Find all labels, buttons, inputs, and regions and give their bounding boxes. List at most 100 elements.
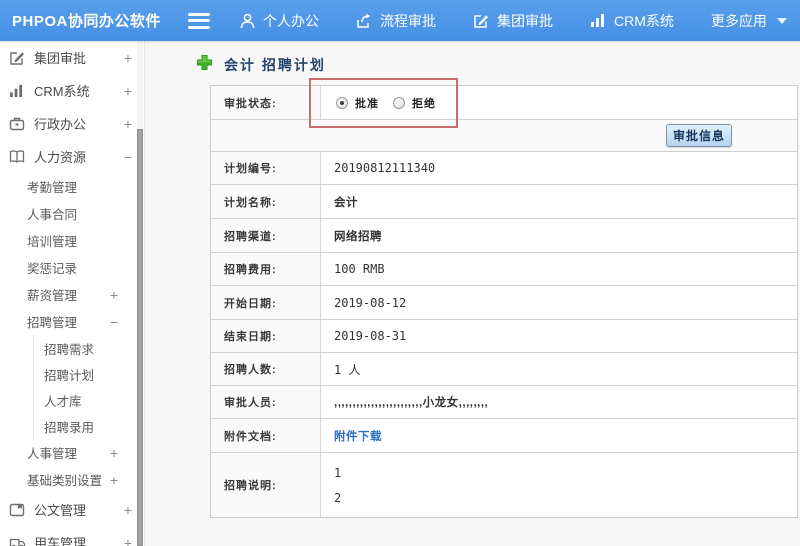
- nav-personal-office[interactable]: 个人办公: [240, 11, 319, 31]
- page-title-row: 会计 招聘计划: [196, 54, 326, 76]
- nav-more-apps[interactable]: 更多应用: [711, 11, 787, 31]
- nav-group-approval[interactable]: 集团审批: [473, 11, 553, 31]
- sidebar-item-label: 基础类别设置: [27, 474, 103, 488]
- sidebar-item-label: 人事合同: [27, 208, 78, 222]
- field-label: 计划名称:: [211, 185, 321, 218]
- sidebar-item-training[interactable]: 培训管理: [0, 227, 144, 254]
- note-line: 1: [334, 465, 342, 480]
- sidebar-item-base-category[interactable]: 基础类别设置 +: [0, 466, 144, 493]
- book-icon: [9, 149, 26, 164]
- expand-plus-icon[interactable]: +: [108, 445, 120, 461]
- truck-icon: [9, 536, 26, 546]
- sidebar-item-group-approval[interactable]: 集团审批 +: [0, 41, 144, 74]
- field-label: 结束日期:: [211, 320, 321, 352]
- sidebar-item-label: 人事管理: [27, 447, 78, 461]
- chevron-down-icon: [776, 17, 787, 24]
- sidebar-item-label: 行政办公: [34, 117, 87, 132]
- field-value: 100 RMB: [321, 253, 797, 285]
- table-row-start-date: 开始日期: 2019-08-12: [211, 286, 797, 320]
- field-value: 批准 拒绝: [321, 86, 797, 119]
- nav-workflow-approval[interactable]: 流程审批: [356, 11, 436, 31]
- nav-label: 集团审批: [497, 12, 553, 29]
- sidebar-item-label: CRM系统: [34, 84, 90, 99]
- radio-selected-icon[interactable]: [336, 96, 348, 109]
- table-row-recruit-notes: 招聘说明: 1 2: [211, 453, 797, 517]
- expand-plus-icon[interactable]: +: [122, 535, 134, 546]
- note-line: 2: [334, 490, 342, 505]
- expand-plus-icon[interactable]: +: [108, 287, 120, 303]
- sidebar-item-crm[interactable]: CRM系统 +: [0, 74, 144, 107]
- recruit-submenu: 招聘需求 招聘计划 人才库 招聘录用: [33, 335, 144, 439]
- collapse-minus-icon[interactable]: −: [122, 149, 134, 165]
- expand-plus-icon[interactable]: +: [108, 472, 120, 488]
- field-value: 附件下载: [321, 419, 797, 452]
- field-value: 会计: [321, 185, 797, 218]
- radio-label: 拒绝: [412, 97, 436, 110]
- field-value: 1 2: [321, 453, 797, 517]
- sidebar-item-label: 集团审批: [34, 51, 87, 66]
- edit-icon: [9, 50, 26, 66]
- nav-crm-system[interactable]: CRM系统: [590, 11, 674, 31]
- sidebar-item-rewards[interactable]: 奖惩记录: [0, 254, 144, 281]
- expand-plus-icon[interactable]: +: [122, 116, 134, 132]
- expand-plus-icon[interactable]: +: [122, 83, 134, 99]
- sidebar-item-label: 招聘计划: [44, 368, 95, 383]
- table-row-approvers: 审批人员: ,,,,,,,,,,,,,,,,,,,,,,,,小龙女,,,,,,,…: [211, 386, 797, 419]
- radio-unselected-icon[interactable]: [393, 96, 405, 109]
- sidebar-scrollbar-thumb[interactable]: [137, 129, 143, 546]
- approval-info-button[interactable]: 审批信息: [666, 124, 732, 147]
- sidebar-item-label: 公文管理: [34, 503, 87, 518]
- app-logo: PHPOA协同办公软件: [12, 13, 161, 30]
- radio-approve[interactable]: 批准: [336, 95, 379, 111]
- sidebar-item-salary[interactable]: 薪资管理 +: [0, 281, 144, 308]
- table-row-plan-number: 计划编号: 20190812111340: [211, 152, 797, 185]
- sidebar-item-admin-office[interactable]: 行政办公 +: [0, 107, 144, 140]
- sidebar-item-document-mgmt[interactable]: 公文管理 +: [0, 493, 144, 526]
- field-label: 招聘费用:: [211, 253, 321, 285]
- sidebar-item-label: 考勤管理: [27, 181, 78, 195]
- sidebar-item-label: 奖惩记录: [27, 262, 78, 276]
- radio-reject[interactable]: 拒绝: [393, 95, 436, 111]
- field-label: 审批状态:: [211, 86, 321, 119]
- collapse-minus-icon[interactable]: −: [108, 314, 120, 330]
- sidebar-item-recruit-plan[interactable]: 招聘计划: [34, 361, 144, 387]
- table-row-end-date: 结束日期: 2019-08-31: [211, 320, 797, 353]
- briefcase-icon: [9, 116, 26, 131]
- radio-label: 批准: [355, 97, 379, 110]
- sidebar-item-attendance[interactable]: 考勤管理: [0, 173, 144, 200]
- sidebar-item-hr-contract[interactable]: 人事合同: [0, 200, 144, 227]
- sidebar-item-personnel-mgmt[interactable]: 人事管理 +: [0, 439, 144, 466]
- document-icon: [9, 503, 26, 517]
- sidebar: 集团审批 + CRM系统 + 行政办公 + 人力资源 − 考勤管理 人事合同 培…: [0, 41, 145, 546]
- sidebar-item-recruit-hire[interactable]: 招聘录用: [34, 413, 144, 439]
- main-content: 会计 招聘计划 审批状态: 批准 拒绝 审批信息 计划编号: 201908121…: [146, 41, 800, 546]
- bar-chart-icon: [590, 13, 606, 28]
- attachment-download-link[interactable]: 附件下载: [334, 428, 382, 444]
- sidebar-item-talent-pool[interactable]: 人才库: [34, 387, 144, 413]
- page-title: 会计 招聘计划: [224, 57, 326, 73]
- share-arrow-icon: [356, 13, 372, 29]
- expand-plus-icon[interactable]: +: [122, 502, 134, 518]
- bar-chart-icon: [9, 84, 26, 98]
- table-row-attachment: 附件文档: 附件下载: [211, 419, 797, 453]
- table-row-recruit-cost: 招聘费用: 100 RMB: [211, 253, 797, 286]
- expand-plus-icon[interactable]: +: [122, 50, 134, 66]
- sidebar-item-label: 用车管理: [34, 536, 87, 546]
- field-label: 计划编号:: [211, 152, 321, 184]
- field-value: 2019-08-12: [321, 286, 797, 319]
- sidebar-item-vehicle-mgmt[interactable]: 用车管理 +: [0, 526, 144, 546]
- hamburger-menu-icon[interactable]: [188, 12, 210, 29]
- table-row-plan-name: 计划名称: 会计: [211, 185, 797, 219]
- sidebar-item-label: 培训管理: [27, 235, 78, 249]
- nav-label: 流程审批: [380, 12, 436, 29]
- sidebar-item-label: 招聘需求: [44, 342, 95, 357]
- table-row-headcount: 招聘人数: 1 人: [211, 353, 797, 386]
- sidebar-item-recruit-demand[interactable]: 招聘需求: [34, 335, 144, 361]
- sidebar-item-hr[interactable]: 人力资源 −: [0, 140, 144, 173]
- button-cell: 审批信息: [211, 120, 797, 151]
- nav-label: 个人办公: [263, 12, 319, 29]
- nav-label: 更多应用: [710, 12, 767, 29]
- sidebar-item-recruit-mgmt[interactable]: 招聘管理 −: [0, 308, 144, 335]
- sidebar-item-label: 人才库: [44, 394, 82, 409]
- field-value: 网络招聘: [321, 219, 797, 252]
